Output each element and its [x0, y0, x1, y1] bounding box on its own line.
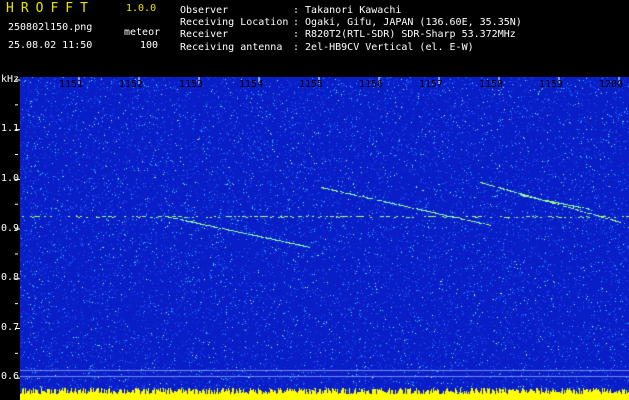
x-tick-label: 1152 [119, 79, 144, 90]
y-tick-label: 0.6 [1, 371, 20, 382]
x-tick-label: 1154 [239, 79, 264, 90]
x-tick-label: 1155 [299, 79, 324, 90]
y-tick-label: 0.7 [1, 322, 20, 333]
x-tick-label: 1159 [539, 79, 564, 90]
x-tick-label: 1153 [179, 79, 204, 90]
y-tick-label: 0.8 [1, 272, 20, 283]
y-unit-label: kHz [1, 74, 20, 85]
x-tick-label: 1157 [419, 79, 444, 90]
x-tick-label: 1200 [599, 79, 624, 90]
x-tick-label: 1158 [479, 79, 504, 90]
x-tick-label: 1156 [359, 79, 384, 90]
x-tick-label: 1151 [59, 79, 84, 90]
y-tick-label: 1.0 [1, 173, 20, 184]
axis-ticks [15, 77, 620, 379]
y-tick-label: 1.1 [1, 123, 20, 134]
y-tick-label: 0.9 [1, 223, 20, 234]
